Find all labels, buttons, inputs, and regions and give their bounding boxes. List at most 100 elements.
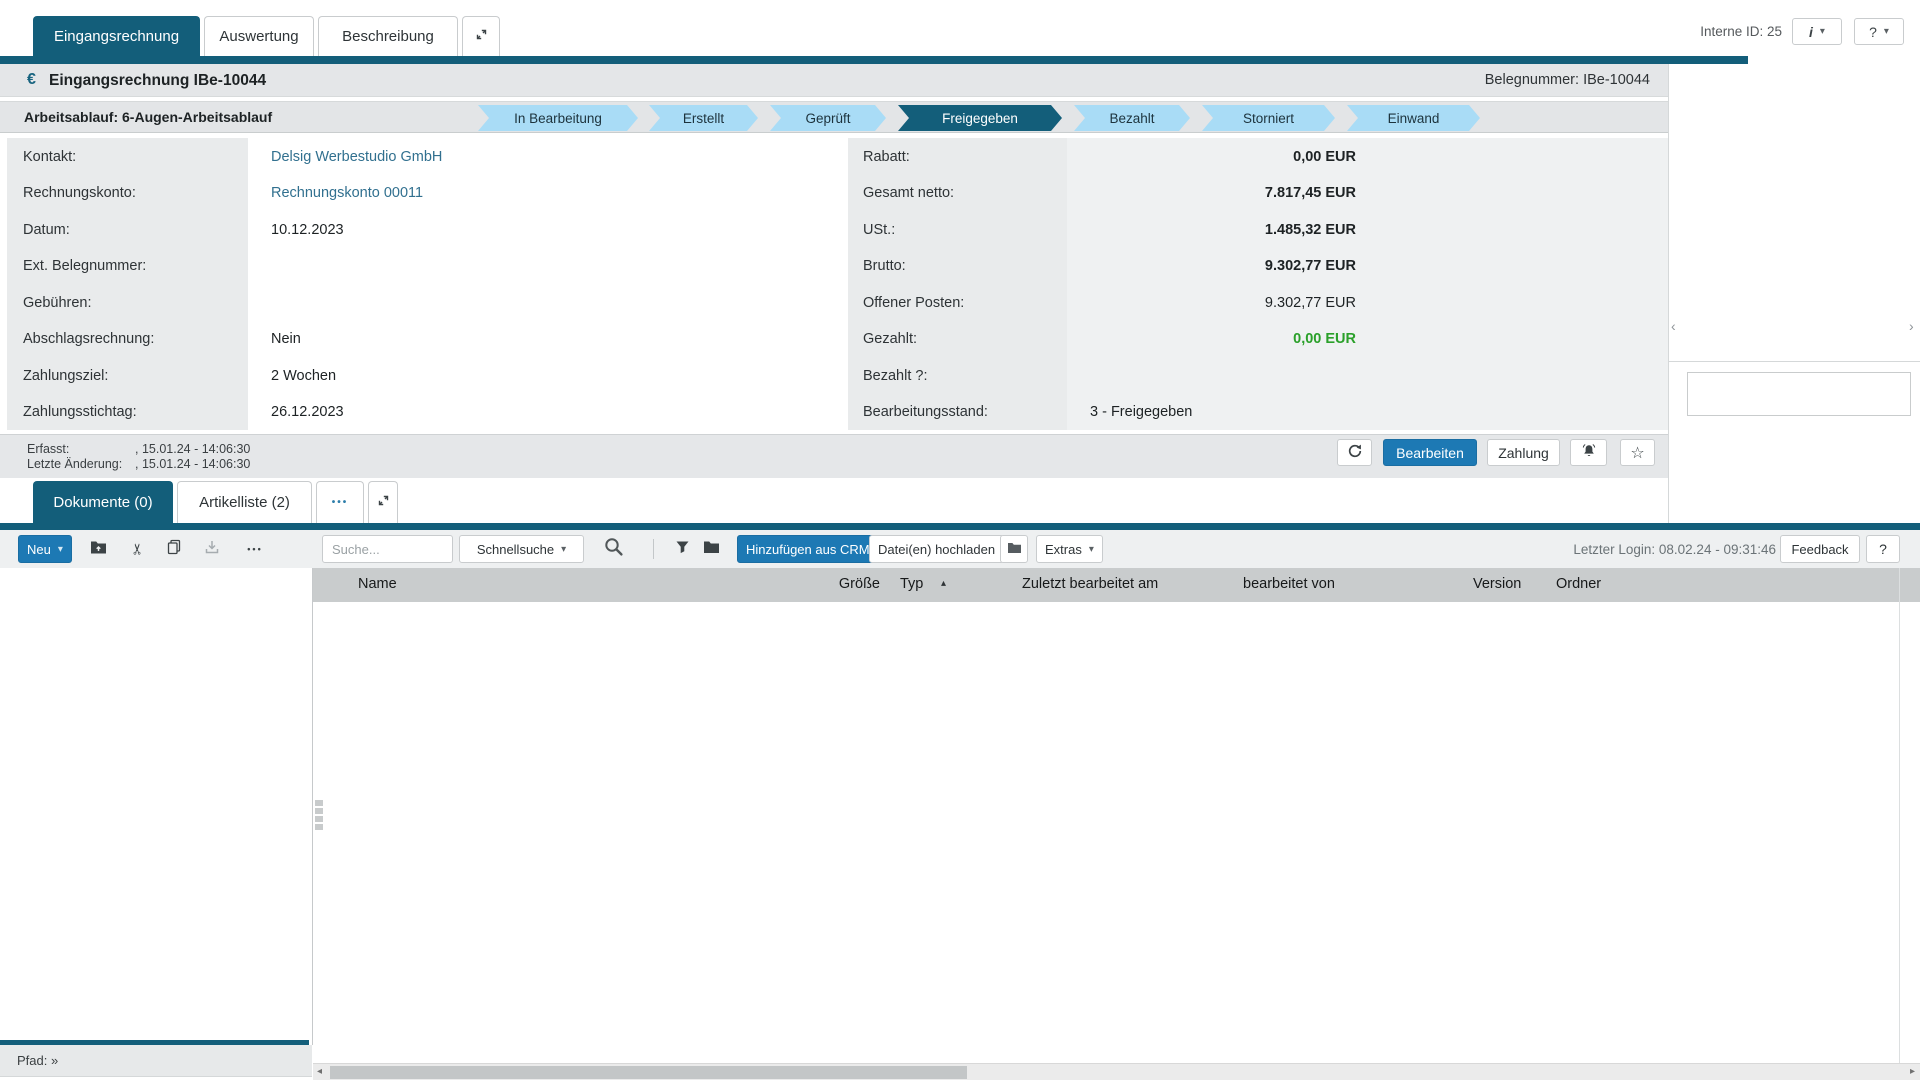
download-button[interactable] <box>200 537 224 561</box>
column-header-version[interactable]: Version <box>1473 576 1521 592</box>
datei-hochladen-button[interactable]: Datei(en) hochladen <box>869 535 1004 563</box>
field-label: Kontakt: <box>23 149 76 165</box>
step-label: In Bearbeitung <box>514 111 602 126</box>
tab-expand[interactable] <box>462 16 500 56</box>
collapse-right-icon[interactable]: › <box>1909 318 1914 334</box>
collapse-left-icon[interactable]: ‹ <box>1671 318 1676 334</box>
bearbeiten-button[interactable]: Bearbeiten <box>1383 439 1477 466</box>
step-label: Storniert <box>1243 111 1294 126</box>
workflow-step-bezahlt[interactable]: Bezahlt <box>1074 105 1190 131</box>
column-header-ordner[interactable]: Ordner <box>1556 576 1601 592</box>
info-dropdown-button[interactable]: i ▾ <box>1792 18 1842 45</box>
notification-button[interactable] <box>1570 439 1607 466</box>
copy-button[interactable] <box>162 537 186 561</box>
field-value: 1.485,32 EUR <box>1076 222 1356 238</box>
tab-eingangsrechnung[interactable]: Eingangsrechnung <box>33 16 200 56</box>
workflow-step-erstellt[interactable]: Erstellt <box>649 105 758 131</box>
tab-dokumente[interactable]: Dokumente (0) <box>33 481 173 523</box>
button-label: Zahlung <box>1498 445 1549 461</box>
refresh-button[interactable] <box>1337 439 1372 466</box>
splitter-drag-handle[interactable] <box>315 800 323 830</box>
chevron-down-icon: ▾ <box>1820 26 1825 37</box>
bell-icon <box>1581 443 1597 462</box>
letzte-aenderung-value: , 15.01.24 - 14:06:30 <box>135 457 250 471</box>
field-value: 26.12.2023 <box>271 404 344 420</box>
toolbar-divider <box>653 539 654 559</box>
workflow-step-freigegeben[interactable]: Freigegeben <box>898 105 1062 131</box>
side-panel-divider <box>1669 361 1920 362</box>
field-value: Nein <box>271 331 301 347</box>
scrollbar-thumb[interactable] <box>330 1066 967 1079</box>
column-header-typ[interactable]: Typ <box>900 576 923 592</box>
favorite-button[interactable]: ☆ <box>1620 439 1655 466</box>
column-header-bearbeitet-von[interactable]: bearbeitet von <box>1243 576 1335 592</box>
last-login-label: Letzter Login: 08.02.24 - 09:31:46 <box>1573 542 1776 557</box>
tab-auswertung[interactable]: Auswertung <box>204 16 314 56</box>
bearbeitungsstand-value: 3 - Freigegeben <box>1090 404 1192 420</box>
horizontal-scrollbar[interactable]: ◂ ▸ <box>313 1063 1920 1080</box>
field-value: 2 Wochen <box>271 368 336 384</box>
tab-label: Dokumente (0) <box>53 494 152 511</box>
search-icon <box>603 536 625 563</box>
scroll-left-icon[interactable]: ◂ <box>317 1066 322 1077</box>
folder-icon <box>1007 541 1022 557</box>
hinzufuegen-aus-crm-button[interactable]: Hinzufügen aus CRM <box>737 535 879 563</box>
zahlung-button[interactable]: Zahlung <box>1487 439 1560 466</box>
chevron-down-icon: ▾ <box>1884 26 1889 37</box>
field-label: Bezahlt ?: <box>863 368 928 384</box>
workflow-step-einwand[interactable]: Einwand <box>1347 105 1480 131</box>
tab-expand-lower[interactable] <box>368 481 398 523</box>
download-icon <box>204 539 220 560</box>
workflow-bar: Arbeitsablauf: 6-Augen-Arbeitsablauf In … <box>0 101 1668 133</box>
field-label: Datum: <box>23 222 70 238</box>
workflow-step-storniert[interactable]: Storniert <box>1202 105 1335 131</box>
field-label: Gebühren: <box>23 295 92 311</box>
step-label: Bezahlt <box>1109 111 1154 126</box>
feedback-button[interactable]: Feedback <box>1780 535 1860 563</box>
folder-add-icon <box>90 539 107 559</box>
toolbar-more-button[interactable]: ••• <box>241 537 269 561</box>
filter-icon <box>675 540 690 559</box>
field-label: Offener Posten: <box>863 295 964 311</box>
column-header-groesse[interactable]: Größe <box>820 576 880 592</box>
lower-tabs: Dokumente (0) Artikelliste (2) ••• <box>33 481 398 523</box>
top-tabs: Eingangsrechnung Auswertung Beschreibung <box>33 16 500 56</box>
sort-asc-icon[interactable]: ▴ <box>941 578 946 589</box>
tab-label: Auswertung <box>219 28 298 45</box>
search-button[interactable] <box>600 537 628 561</box>
rechnungskonto-link[interactable]: Rechnungskonto 00011 <box>271 185 423 201</box>
field-label: Brutto: <box>863 258 906 274</box>
folder-view-button[interactable] <box>699 537 723 561</box>
search-input[interactable] <box>322 535 453 563</box>
field-value: 0,00 EUR <box>1076 149 1356 165</box>
help-dropdown-button[interactable]: ? ▾ <box>1854 18 1904 45</box>
folder-tree-panel[interactable] <box>0 568 312 1040</box>
tab-more[interactable]: ••• <box>316 481 364 523</box>
column-header-zuletzt-bearbeitet[interactable]: Zuletzt bearbeitet am <box>1022 576 1158 592</box>
ellipsis-icon: ••• <box>247 544 262 554</box>
step-label: Einwand <box>1388 111 1440 126</box>
cut-button[interactable]: ✂ <box>125 537 149 561</box>
column-header-name[interactable]: Name <box>358 576 397 592</box>
toolbar-help-button[interactable]: ? <box>1866 535 1900 563</box>
filter-button[interactable] <box>670 537 694 561</box>
help-icon: ? <box>1869 24 1877 40</box>
refresh-icon <box>1347 443 1363 462</box>
upload-folder-button[interactable] <box>1000 535 1028 563</box>
new-folder-button[interactable] <box>86 537 110 561</box>
chevron-down-icon: ▾ <box>1089 544 1094 555</box>
workflow-label: Arbeitsablauf: 6-Augen-Arbeitsablauf <box>24 109 272 125</box>
tab-beschreibung[interactable]: Beschreibung <box>318 16 458 56</box>
workflow-step-geprueft[interactable]: Geprüft <box>770 105 886 131</box>
kontakt-link[interactable]: Delsig Werbestudio GmbH <box>271 149 442 165</box>
extras-dropdown[interactable]: Extras ▾ <box>1036 535 1103 563</box>
tab-artikelliste[interactable]: Artikelliste (2) <box>177 481 312 523</box>
schnellsuche-dropdown[interactable]: Schnellsuche ▾ <box>459 535 584 563</box>
copy-icon <box>166 539 182 560</box>
workflow-step-in-bearbeitung[interactable]: In Bearbeitung <box>478 105 638 131</box>
scroll-right-icon[interactable]: ▸ <box>1910 1066 1915 1077</box>
chevron-down-icon: ▾ <box>561 544 566 555</box>
field-label: Zahlungsziel: <box>23 368 108 384</box>
neu-button[interactable]: Neu ▾ <box>18 535 72 563</box>
button-label: Hinzufügen aus CRM <box>746 542 870 557</box>
